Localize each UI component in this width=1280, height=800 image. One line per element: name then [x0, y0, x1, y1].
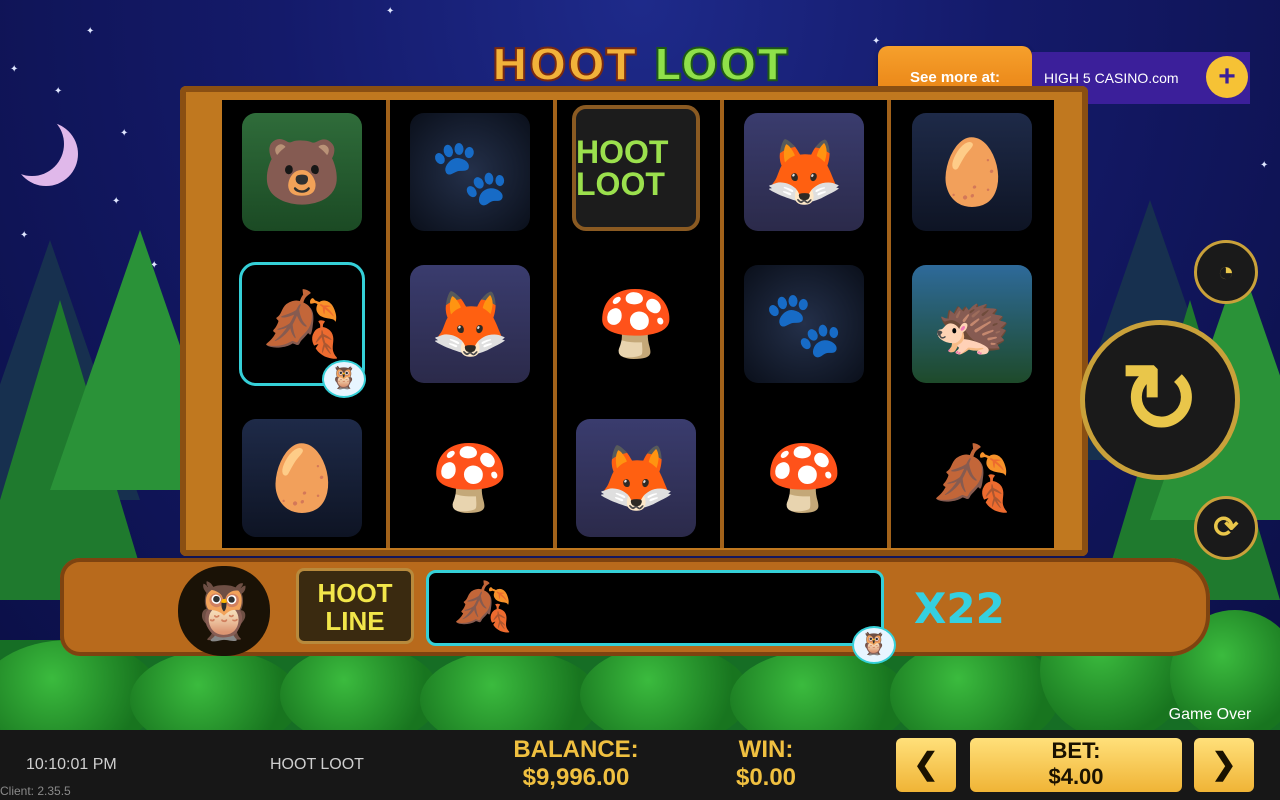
star-icon: ✦: [120, 128, 129, 139]
client-version: Client: 2.35.5: [0, 784, 71, 798]
fox-symbol-icon: 🦊: [576, 419, 696, 537]
paw-symbol-icon: 🐾: [410, 113, 530, 231]
hoot-line-label-line1: HOOT: [317, 578, 393, 608]
reel-5-row-3: 🍂: [904, 416, 1040, 540]
bet-value: $4.00: [1048, 764, 1104, 789]
reel-divider: [720, 100, 724, 548]
reel-5-row-1: 🥚: [904, 110, 1040, 234]
bet-increase-button[interactable]: ❯: [1194, 738, 1254, 792]
reel-3-row-1: HOOT LOOT: [568, 105, 704, 231]
mushroom-symbol-icon: 🍄: [430, 442, 510, 514]
fox-symbol-icon: 🦊: [744, 113, 864, 231]
title-part-hoot: HOOT: [490, 39, 638, 92]
hoot-line-label: HOOT LINE: [296, 568, 414, 644]
speedometer-icon[interactable]: ◔: [1194, 240, 1258, 304]
star-icon: ✦: [872, 36, 881, 47]
paw-symbol-icon: 🐾: [744, 265, 864, 383]
win-display: WIN: $0.00: [706, 736, 826, 792]
brand-text: HIGH 5 CASINO.com: [1044, 70, 1179, 86]
bet-label: BET:: [1051, 738, 1101, 763]
win-value: $0.00: [735, 764, 797, 791]
leaf-symbol-icon: 🍂: [453, 581, 513, 634]
game-title: HOOT LOOT: [480, 39, 800, 92]
mushroom-symbol-icon: 🍄: [764, 442, 844, 514]
reel-3-row-2: 🍄: [568, 262, 704, 386]
reel-4-row-1: 🦊: [736, 110, 872, 234]
star-icon: ✦: [10, 64, 19, 75]
balance-display: BALANCE: $9,996.00: [496, 736, 656, 792]
star-icon: ✦: [86, 26, 95, 37]
reel-2-row-2: 🦊: [402, 262, 538, 386]
spin-arrow-icon: ↻: [1119, 346, 1201, 453]
bet-button[interactable]: BET: $4.00: [970, 738, 1182, 792]
hoot-loot-logo-symbol: HOOT LOOT: [572, 105, 700, 231]
star-icon: ✦: [1260, 160, 1269, 171]
leaf-symbol-icon: 🍂: [932, 442, 1012, 514]
star-icon: ✦: [112, 196, 121, 207]
reel-divider: [553, 100, 557, 548]
autoplay-icon[interactable]: ⟳: [1194, 496, 1258, 560]
reel-4-row-3: 🍄: [736, 416, 872, 540]
nest-symbol-icon: 🥚: [242, 419, 362, 537]
reel-3-row-3: 🦊: [568, 416, 704, 540]
hedgehog-symbol-icon: 🦔: [912, 265, 1032, 383]
bet-decrease-button[interactable]: ❮: [896, 738, 956, 792]
plus-icon[interactable]: +: [1206, 56, 1248, 98]
moon-icon: [0, 112, 64, 176]
game-status: Game Over: [1168, 706, 1252, 723]
reel-4-row-2: 🐾: [736, 262, 872, 386]
game-name: HOOT LOOT: [270, 756, 364, 773]
owl-host-icon: 🦉: [178, 566, 270, 656]
clock: 10:10:01 PM: [26, 756, 117, 773]
reel-2-row-3: 🍄: [402, 416, 538, 540]
reel-1-row-1: 🐻: [234, 110, 370, 234]
reel-1-row-3: 🥚: [234, 416, 370, 540]
star-icon: ✦: [386, 6, 395, 17]
bear-symbol-icon: 🐻: [242, 113, 362, 231]
star-icon: ✦: [54, 86, 63, 97]
title-part-loot: LOOT: [652, 39, 789, 92]
hoot-line-label-line2: LINE: [325, 606, 385, 636]
reel-2-row-1: 🐾: [402, 110, 538, 234]
balance-label: BALANCE:: [513, 736, 639, 763]
owl-badge-icon: 🦉: [852, 626, 896, 664]
spin-button[interactable]: ↻: [1080, 320, 1240, 480]
win-label: WIN:: [738, 736, 794, 763]
balance-value: $9,996.00: [522, 764, 630, 791]
reel-divider: [887, 100, 891, 548]
nest-symbol-icon: 🥚: [912, 113, 1032, 231]
reel-divider: [386, 100, 390, 548]
hoot-line-multiplier: X22: [914, 584, 1005, 633]
owl-badge-icon: 🦉: [322, 360, 366, 398]
reel-5-row-2: 🦔: [904, 262, 1040, 386]
fox-symbol-icon: 🦊: [410, 265, 530, 383]
mushroom-symbol-icon: 🍄: [596, 288, 676, 360]
hoot-line-bar: 🍂: [426, 570, 884, 646]
